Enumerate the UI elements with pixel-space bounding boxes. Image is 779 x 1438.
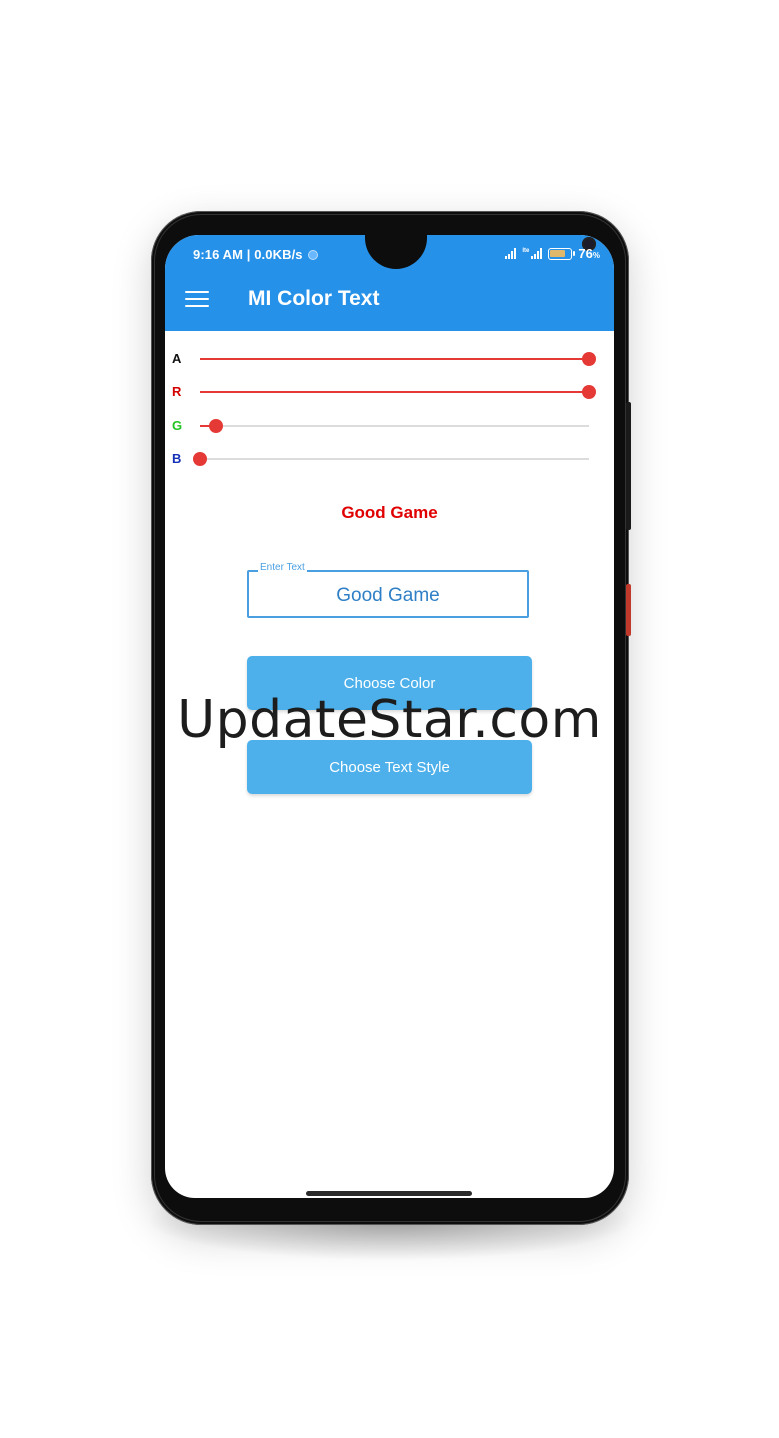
battery-percent: 76%: [578, 246, 600, 261]
slider-blue[interactable]: B: [165, 445, 614, 473]
app-bar: MI Color Text: [165, 273, 614, 331]
status-icons: lte 76%: [505, 246, 600, 261]
enter-text-value[interactable]: Good Game: [249, 585, 527, 607]
signal-icon: [505, 248, 517, 259]
slider-fill: [200, 391, 589, 393]
slider-thumb[interactable]: [208, 419, 223, 433]
slider-track[interactable]: [200, 419, 589, 433]
enter-text-field[interactable]: Enter Text Good Game: [247, 562, 529, 618]
slider-track[interactable]: [193, 452, 589, 466]
notification-icon: [308, 250, 318, 260]
status-bar: 9:16 AM | 0.0KB/s lte 76%: [165, 235, 614, 273]
slider-alpha[interactable]: A: [165, 345, 614, 373]
battery-level: [550, 249, 565, 257]
slider-thumb[interactable]: [193, 452, 207, 466]
battery-unit: %: [592, 251, 600, 260]
notch: [365, 235, 596, 269]
slider-fill: [200, 358, 589, 360]
slider-track[interactable]: [200, 352, 596, 366]
power-button: [626, 584, 631, 636]
app-title: MI Color Text: [248, 287, 380, 310]
slider-label-blue: B: [172, 451, 182, 466]
watermark-text: UpdateStar.com: [177, 690, 602, 750]
color-preview-text: Good Game: [341, 503, 438, 522]
slider-track[interactable]: [200, 385, 596, 399]
signal-hd-icon: lte: [522, 248, 543, 259]
slider-label-green: G: [172, 418, 183, 433]
slider-label-red: R: [172, 384, 182, 399]
slider-label-alpha: A: [172, 351, 182, 366]
home-indicator: [306, 1191, 472, 1196]
status-time: 9:16 AM | 0.0KB/s: [193, 247, 303, 262]
slider-thumb[interactable]: [582, 352, 596, 366]
slider-red[interactable]: R: [165, 378, 614, 406]
slider-green[interactable]: G: [165, 412, 614, 440]
enter-text-label: Enter Text: [258, 562, 307, 573]
hamburger-menu-icon[interactable]: [185, 291, 209, 309]
slider-thumb[interactable]: [582, 385, 596, 399]
volume-button: [626, 402, 631, 530]
battery-icon: [548, 247, 576, 260]
